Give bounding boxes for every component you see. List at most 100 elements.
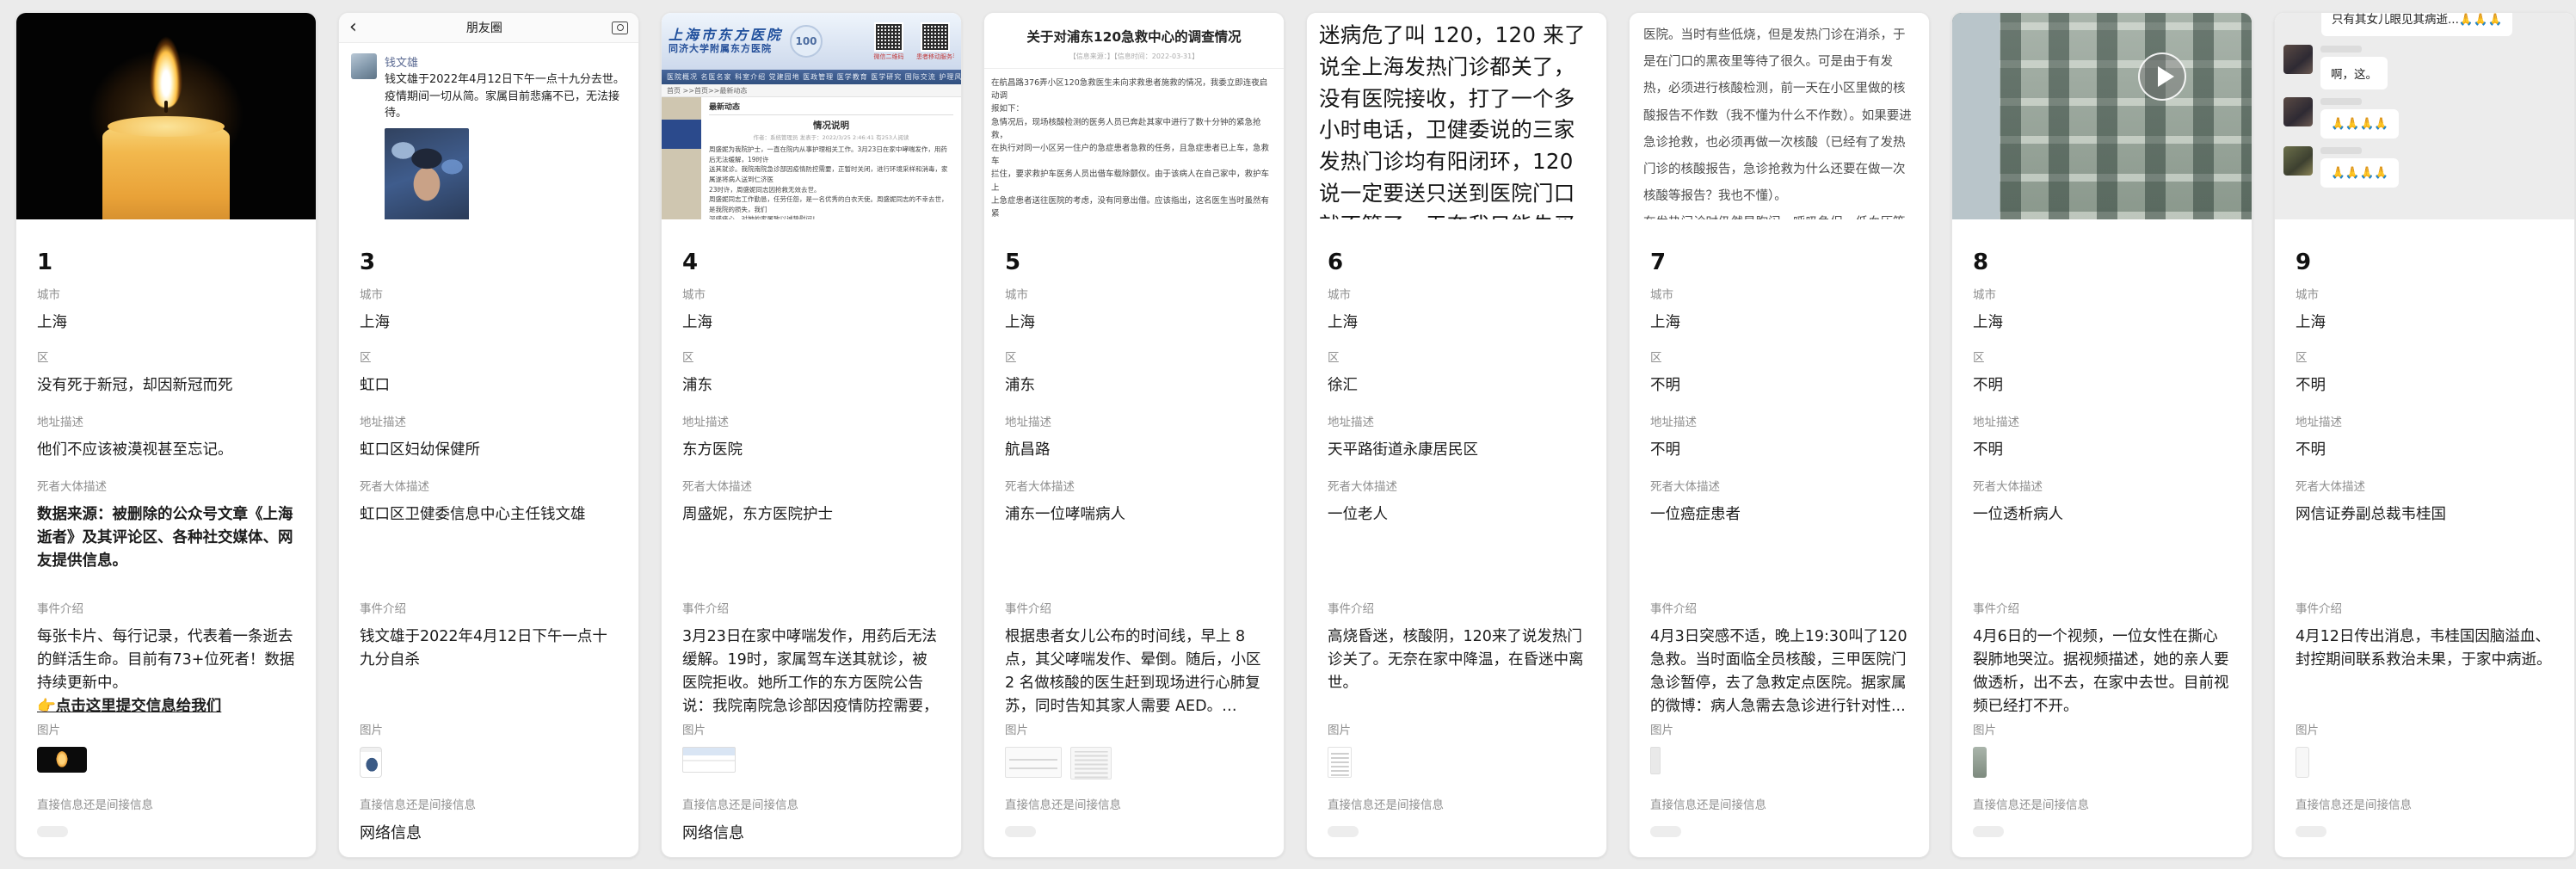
field-value-event: 4月6日的一个视频，一位女性在撕心裂肺地哭泣。据视频描述，她的亲人要做透析，出不… <box>1973 628 2229 715</box>
image-thumbnails <box>1650 747 1908 774</box>
field-label-city: 城市 <box>1973 285 2231 302</box>
victim-card[interactable]: 关于对浦东120急救中心的调查情况 【信息来源：】【信息时间：2022-03-3… <box>983 12 1285 858</box>
image-thumbnails <box>1328 747 1586 778</box>
website-header: 上海市东方医院 同济大学附属东方医院 100 微信二维码 患者移动服务平台 <box>662 13 961 70</box>
video-thumbnail[interactable] <box>1973 747 1987 778</box>
victim-card[interactable]: ‹ 朋友圈 钱文雄 钱文雄于2022年4月12日下午一点十九分去世。疫情期间一切… <box>338 12 639 858</box>
field-value-event: 根据患者女儿公布的时间线，早上 8 点，其父哮喘发作、晕倒。随后，小区 2 名做… <box>1005 628 1261 715</box>
field-value-deceased: 数据来源：被删除的公众号文章《上海逝者》及其评论区、各种社交媒体、网友提供信息。 <box>37 503 295 573</box>
qr-code-icon <box>874 22 903 52</box>
phone-thumbnail[interactable] <box>2296 747 2309 778</box>
field-label-image: 图片 <box>682 720 940 737</box>
back-icon: ‹ <box>349 18 357 37</box>
text-thumbnail[interactable] <box>1328 747 1352 778</box>
field-value-district: 虹口 <box>360 374 618 398</box>
moments-post: 钱文雄 钱文雄于2022年4月12日下午一点十九分去世。疫情期间一切从简。家属目… <box>339 43 638 219</box>
field-value-deceased: 虹口区卫健委信息中心主任钱文雄 <box>360 503 618 527</box>
field-label-city: 城市 <box>1328 285 1586 302</box>
play-icon[interactable] <box>2138 52 2186 101</box>
submit-info-link[interactable]: 👉点击这里提交信息给我们 <box>37 695 295 718</box>
field-value-city: 上海 <box>37 311 295 335</box>
wechat-chat-screenshot: 只有其女儿眼见其病逝...🙏🙏🙏 啊，这。 🙏🙏🙏🙏 🙏🙏🙏🙏 <box>2275 13 2574 219</box>
field-label-district: 区 <box>2296 348 2554 365</box>
victim-card[interactable]: 上海市东方医院 同济大学附属东方医院 100 微信二维码 患者移动服务平台 医院… <box>661 12 962 858</box>
field-label-event: 事件介绍 <box>360 599 618 616</box>
field-label-source: 直接信息还是间接信息 <box>1973 795 2231 812</box>
victim-card[interactable]: 8 城市 上海 区 不明 地址描述 不明 死者大体描述 一位透析病人 事件介绍 … <box>1951 12 2252 858</box>
field-label-source: 直接信息还是间接信息 <box>1650 795 1908 812</box>
field-label-address: 地址描述 <box>2296 412 2554 429</box>
field-value-deceased: 一位老人 <box>1328 503 1586 527</box>
document-title: 关于对浦东120急救中心的调查情况 <box>996 27 1272 46</box>
wechat-moments-screenshot: ‹ 朋友圈 钱文雄 钱文雄于2022年4月12日下午一点十九分去世。疫情期间一切… <box>339 13 638 219</box>
divider <box>984 68 1284 69</box>
field-value-address: 他们不应该被漠视甚至忘记。 <box>37 439 295 462</box>
field-label-image: 图片 <box>37 720 295 737</box>
field-label-event: 事件介绍 <box>2296 599 2554 616</box>
field-label-image: 图片 <box>1005 720 1263 737</box>
card-header-image: 上海市东方医院 同济大学附属东方医院 100 微信二维码 患者移动服务平台 医院… <box>662 13 961 219</box>
field-label-district: 区 <box>682 348 940 365</box>
field-label-deceased: 死者大体描述 <box>1650 477 1908 494</box>
empty-value-pill <box>1650 826 1681 837</box>
field-label-source: 直接信息还是间接信息 <box>2296 795 2554 812</box>
victim-card[interactable]: 医院。当时有些低烧，但是发热门诊在消杀，于是在门口的黑夜里等待了很久。可是由于有… <box>1629 12 1930 858</box>
doc2-thumbnail[interactable] <box>1070 747 1112 780</box>
chat-username-blur <box>2320 147 2362 154</box>
field-value-source: 网络信息 <box>682 822 940 846</box>
section-title: 最新动态 <box>709 101 953 115</box>
image-thumbnails <box>37 747 295 773</box>
notice-meta: 作者：系统管理员 发表于：2022/3/25 2:46:41 有253人阅读 <box>709 133 953 141</box>
field-label-district: 区 <box>37 348 295 365</box>
avatar <box>351 53 377 79</box>
hospital-website-screenshot: 上海市东方医院 同济大学附属东方医院 100 微信二维码 患者移动服务平台 医院… <box>662 13 961 219</box>
anniversary-badge: 100 <box>790 25 823 58</box>
card-number: 8 <box>1973 240 2231 285</box>
field-value-city: 上海 <box>2296 311 2554 335</box>
field-label-event: 事件介绍 <box>1005 599 1263 616</box>
field-label-deceased: 死者大体描述 <box>2296 477 2554 494</box>
field-value-event: 4月3日突感不适，晚上19:30叫了120急救。当时面临全员核酸，三甲医院门急诊… <box>1650 628 1907 715</box>
field-label-address: 地址描述 <box>1973 412 2231 429</box>
card-number: 1 <box>37 240 295 285</box>
field-label-source: 直接信息还是间接信息 <box>1005 795 1263 812</box>
tall-thumbnail[interactable] <box>1650 747 1661 774</box>
field-label-district: 区 <box>1973 348 2231 365</box>
field-value-city: 上海 <box>1973 311 2231 335</box>
victim-card[interactable]: 1 城市 上海 区 没有死于新冠，却因新冠而死 地址描述 他们不应该被漠视甚至忘… <box>15 12 317 858</box>
field-value-city: 上海 <box>1650 311 1908 335</box>
card-number: 7 <box>1650 240 1908 285</box>
victim-card[interactable]: 迷病危了叫 120，120 来了说全上海发热门诊都关了，没有医院接收，打了一个多… <box>1306 12 1607 858</box>
document-meta: 【信息来源：】【信息时间：2022-03-31】 <box>996 52 1272 61</box>
chat-bubble: 🙏🙏🙏🙏 <box>2320 158 2399 188</box>
field-label-city: 城市 <box>682 285 940 302</box>
field-label-address: 地址描述 <box>37 412 295 429</box>
field-value-district: 徐汇 <box>1328 374 1586 398</box>
text-screenshot: 迷病危了叫 120，120 来了说全上海发热门诊都关了，没有医院接收，打了一个多… <box>1307 13 1606 219</box>
victim-card[interactable]: 只有其女儿眼见其病逝...🙏🙏🙏 啊，这。 🙏🙏🙏🙏 🙏🙏🙏🙏 <box>2274 12 2575 858</box>
moments-thumbnail[interactable] <box>360 747 382 778</box>
card-header-image <box>16 13 316 219</box>
qr-code-icon <box>921 22 950 52</box>
image-thumbnails <box>2296 747 2554 778</box>
field-label-event: 事件介绍 <box>1650 599 1908 616</box>
qr-caption: 患者移动服务平台 <box>916 52 954 61</box>
field-value-city: 上海 <box>1328 311 1586 335</box>
card-number: 5 <box>1005 240 1263 285</box>
doc-thumbnail[interactable] <box>1005 747 1062 778</box>
empty-value-pill <box>1973 826 2004 837</box>
card-number: 6 <box>1328 240 1586 285</box>
website-thumbnail[interactable] <box>682 747 736 773</box>
empty-value-pill <box>2296 826 2326 837</box>
field-label-source: 直接信息还是间接信息 <box>682 795 940 812</box>
candle-thumbnail[interactable] <box>37 747 87 773</box>
field-value-event: 高烧昏迷，核酸阴，120来了说发热门诊关了。无奈在家中降温，在昏迷中离世。 <box>1328 628 1584 692</box>
notice-title: 情况说明 <box>709 119 953 132</box>
document-body: 在航昌路376弄小区120急救医生未向求救患者施救的情况，我委立即连夜启动调 报… <box>991 77 1272 219</box>
empty-value-pill <box>1005 826 1036 837</box>
field-label-source: 直接信息还是间接信息 <box>37 795 295 812</box>
field-label-deceased: 死者大体描述 <box>37 477 295 494</box>
field-value-address: 航昌路 <box>1005 439 1263 462</box>
camera-icon <box>612 22 628 34</box>
field-label-city: 城市 <box>37 285 295 302</box>
